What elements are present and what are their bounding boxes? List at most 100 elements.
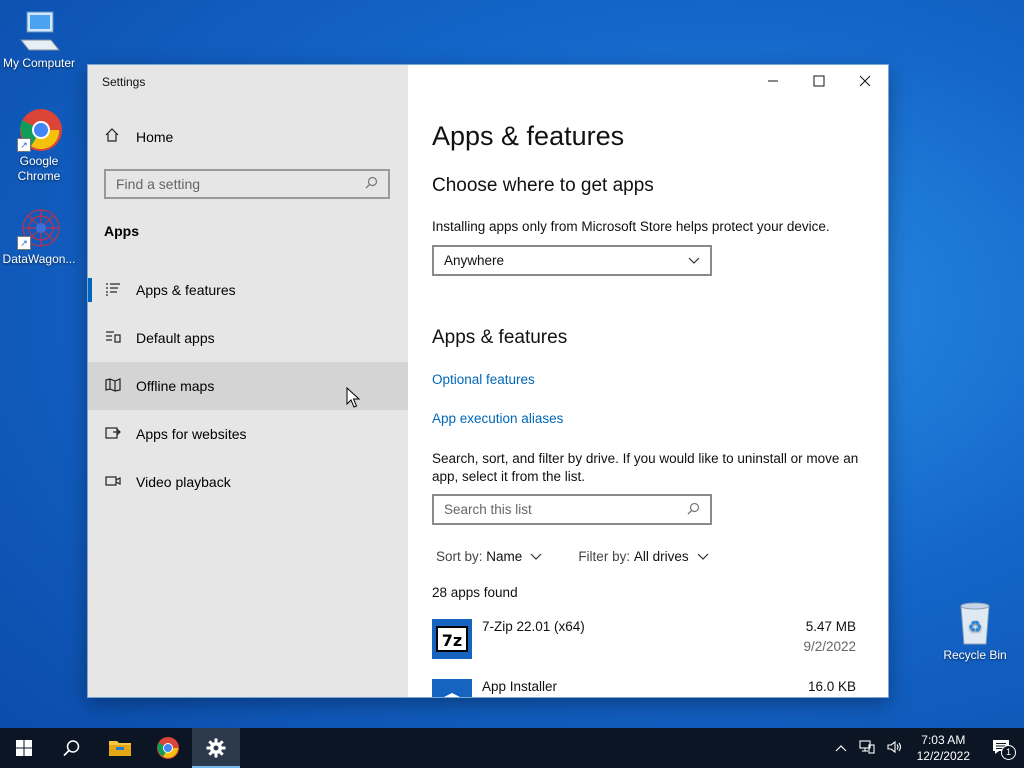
app-date: 9/2/2022 — [803, 639, 856, 654]
app-installer-icon — [432, 679, 472, 697]
taskbar-file-explorer[interactable] — [96, 728, 144, 768]
desktop-icon-label: Recycle Bin — [943, 648, 1007, 662]
maximize-button[interactable] — [796, 69, 842, 93]
sidebar-item-apps-features[interactable]: Apps & features — [88, 266, 408, 314]
notification-badge: 1 — [1001, 744, 1016, 760]
app-name: App Installer — [482, 679, 558, 694]
sort-value: Name — [486, 549, 523, 564]
taskbar-search-button[interactable] — [48, 728, 96, 768]
taskbar-clock[interactable]: 7:03 AM 12/2/2022 — [909, 732, 978, 764]
network-icon[interactable] — [853, 739, 881, 757]
sidebar-item-label: Apps for websites — [136, 426, 247, 442]
page-title: Apps & features — [432, 121, 625, 151]
close-button[interactable] — [842, 69, 888, 93]
desktop-icon-recycle-bin[interactable]: ♻ Recycle Bin — [937, 602, 1013, 663]
taskbar-chrome[interactable] — [144, 728, 192, 768]
sidebar-item-label: Offline maps — [136, 378, 215, 394]
content-pane: Apps & features Choose where to get apps… — [408, 65, 888, 697]
action-center-button[interactable]: 1 — [978, 739, 1024, 760]
video-icon — [104, 474, 122, 491]
search-description: Search, sort, and filter by drive. If yo… — [432, 451, 859, 484]
desktop-icon-label: My Computer — [2, 56, 76, 70]
settings-window: Settings Home Find a setting Apps Apps &… — [88, 65, 888, 697]
link-icon — [104, 426, 122, 443]
features-heading: Apps & features — [432, 327, 568, 348]
recycle-bin-icon: ♻ — [951, 602, 999, 646]
home-label: Home — [136, 128, 174, 145]
chevron-down-icon — [530, 553, 542, 560]
apps-found-count: 28 apps found — [432, 585, 518, 600]
optional-features-link[interactable]: Optional features — [432, 372, 535, 387]
search-icon — [365, 176, 378, 192]
sort-filter-row: Sort by: Name Filter by: All drives — [436, 549, 709, 564]
app-name: 7-Zip 22.01 (x64) — [482, 619, 585, 634]
sidebar-item-label: Apps & features — [136, 282, 236, 298]
minimize-icon — [768, 80, 778, 82]
app-size: 5.47 MB — [805, 619, 856, 634]
datawagon-icon: ↗ — [15, 206, 63, 250]
sort-label: Sort by: — [436, 549, 483, 564]
sidebar-item-offline-maps[interactable]: Offline maps — [88, 362, 408, 410]
minimize-button[interactable] — [750, 69, 796, 93]
folder-icon — [109, 741, 131, 756]
sidebar-item-label: Default apps — [136, 330, 215, 346]
desktop-icon-google-chrome[interactable]: ↗ Google Chrome — [1, 108, 77, 184]
choose-heading: Choose where to get apps — [432, 175, 654, 196]
computer-icon — [15, 10, 63, 54]
window-title: Settings — [102, 75, 146, 89]
sidebar-item-apps-for-websites[interactable]: Apps for websites — [88, 410, 408, 458]
default-apps-icon — [104, 330, 122, 347]
home-icon — [104, 127, 120, 146]
sort-dropdown[interactable]: Sort by: Name — [436, 549, 542, 564]
taskbar-settings[interactable] — [192, 728, 240, 768]
taskbar: 7:03 AM 12/2/2022 1 — [0, 728, 1024, 768]
chrome-icon — [157, 737, 179, 759]
map-icon — [104, 377, 122, 395]
find-setting-input[interactable]: Find a setting — [104, 169, 390, 199]
svg-text:♻: ♻ — [968, 617, 982, 636]
desktop-icon-label: DataWagon... — [2, 252, 76, 266]
mouse-cursor-icon — [346, 386, 361, 414]
start-button[interactable] — [0, 728, 48, 768]
app-source-value: Anywhere — [444, 253, 505, 268]
sidebar-item-label: Video playback — [136, 474, 231, 490]
shortcut-arrow-icon: ↗ — [17, 236, 31, 250]
seven-zip-icon: 7z — [432, 619, 472, 659]
filter-dropdown[interactable]: Filter by: All drives — [578, 549, 709, 564]
sidebar-home[interactable]: Home — [104, 127, 173, 146]
volume-icon[interactable] — [881, 740, 909, 757]
shortcut-arrow-icon: ↗ — [17, 138, 31, 152]
sidebar: Settings Home Find a setting Apps Apps &… — [88, 65, 408, 697]
sidebar-item-video-playback[interactable]: Video playback — [88, 458, 408, 506]
sidebar-section-apps: Apps — [104, 223, 139, 239]
app-source-dropdown[interactable]: Anywhere — [432, 245, 712, 276]
search-list-placeholder: Search this list — [444, 502, 532, 517]
filter-value: All drives — [633, 549, 689, 564]
system-tray: 7:03 AM 12/2/2022 1 — [829, 728, 1024, 768]
chevron-up-icon[interactable] — [829, 741, 853, 755]
svg-text:7z: 7z — [442, 631, 462, 650]
maximize-icon — [813, 75, 825, 87]
clock-date: 12/2/2022 — [916, 749, 970, 763]
clock-time: 7:03 AM — [921, 733, 966, 747]
close-icon — [859, 75, 871, 87]
gear-icon — [206, 738, 226, 758]
windows-logo-icon — [16, 740, 32, 756]
search-list-input[interactable]: Search this list — [432, 494, 712, 525]
desktop-icon-my-computer[interactable]: My Computer — [1, 10, 77, 71]
chevron-down-icon — [688, 253, 700, 268]
app-execution-aliases-link[interactable]: App execution aliases — [432, 411, 563, 426]
filter-label: Filter by: — [578, 549, 631, 564]
sidebar-item-default-apps[interactable]: Default apps — [88, 314, 408, 362]
choose-description: Installing apps only from Microsoft Stor… — [432, 219, 830, 234]
app-list-item[interactable]: 7z 7-Zip 22.01 (x64) 5.47 MB 9/2/2022 — [432, 619, 856, 663]
app-size: 16.0 KB — [807, 679, 856, 694]
desktop-icon-datawagon[interactable]: ↗ DataWagon... — [1, 206, 77, 267]
search-icon — [63, 740, 80, 757]
search-icon — [687, 502, 700, 518]
app-list-item[interactable]: App Installer 16.0 KB — [432, 679, 856, 697]
chrome-icon: ↗ — [15, 108, 63, 152]
list-icon — [104, 282, 122, 299]
chevron-down-icon — [697, 553, 709, 560]
find-setting-placeholder: Find a setting — [116, 176, 201, 192]
